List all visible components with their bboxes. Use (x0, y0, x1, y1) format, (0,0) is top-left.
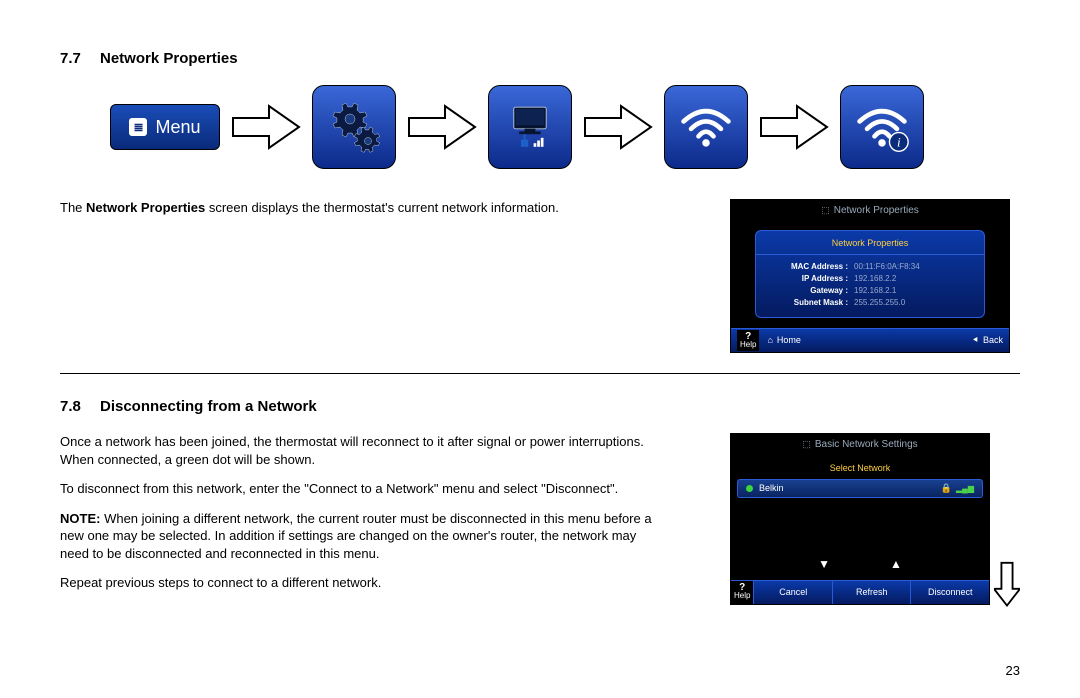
mac-address-row: MAC Address :00:11:F6:0A:F8:34 (756, 261, 984, 273)
screenshot-title: Network Properties (731, 200, 1009, 222)
screenshot-footer: ? Help ⌂ Home ⯇ Back (731, 328, 1009, 352)
section-divider (60, 373, 1020, 374)
gateway-row: Gateway :192.168.2.1 (756, 285, 984, 297)
scroll-up-icon[interactable]: ▲ (890, 558, 902, 570)
section-title: Network Properties (100, 50, 238, 67)
monitor-network-icon (503, 100, 557, 154)
screenshot-title: Basic Network Settings (731, 434, 989, 456)
pointer-arrow-icon (994, 561, 1020, 607)
flow-arrow-icon (578, 100, 658, 154)
home-icon: ⌂ (767, 336, 772, 345)
body-paragraph: To disconnect from this network, enter t… (60, 480, 660, 498)
network-properties-screenshot: Network Properties Network Properties MA… (730, 199, 1010, 353)
ip-address-row: IP Address :192.168.2.2 (756, 273, 984, 285)
svg-text:i: i (897, 135, 901, 150)
flow-arrow-icon (754, 100, 834, 154)
menu-button-label: Menu (155, 117, 200, 138)
select-network-label: Select Network (737, 460, 983, 477)
network-list-item[interactable]: Belkin 🔒 ▂▄▆ (737, 479, 983, 498)
network-name: Belkin (759, 484, 784, 493)
basic-network-settings-screenshot: Basic Network Settings Select Network Be… (730, 433, 990, 605)
panel-title: Network Properties (756, 235, 984, 255)
cancel-button[interactable]: Cancel (753, 581, 832, 604)
gears-icon (324, 97, 384, 157)
scroll-down-icon[interactable]: ▼ (818, 558, 830, 570)
section-7-8-heading: 7.8 Disconnecting from a Network (60, 398, 1020, 415)
section-title: Disconnecting from a Network (100, 398, 317, 415)
network-status-tile[interactable] (488, 85, 572, 169)
settings-gears-tile[interactable] (312, 85, 396, 169)
body-paragraph: Repeat previous steps to connect to a di… (60, 574, 660, 592)
network-properties-panel: Network Properties MAC Address :00:11:F6… (755, 230, 985, 318)
home-button[interactable]: ⌂ Home (767, 336, 800, 345)
subnet-mask-row: Subnet Mask :255.255.255.0 (756, 297, 984, 309)
back-button[interactable]: ⯇ Back (972, 336, 1003, 345)
wifi-tile[interactable] (664, 85, 748, 169)
section-7-7-heading: 7.7 Network Properties (60, 50, 1020, 67)
wifi-info-tile[interactable]: i (840, 85, 924, 169)
signal-icon: ▂▄▆ (956, 485, 974, 493)
section-number: 7.8 (60, 398, 100, 415)
lock-icon: 🔒 (941, 484, 952, 493)
disconnect-button[interactable]: Disconnect (910, 581, 989, 604)
help-button[interactable]: ? Help (737, 330, 759, 350)
screenshot-footer: ? Help Cancel Refresh Disconnect (731, 580, 989, 604)
navigation-breadcrumb-flow: ≣ Menu (110, 85, 1020, 169)
body-note: NOTE: When joining a different network, … (60, 510, 660, 563)
section-number: 7.7 (60, 50, 100, 67)
help-button[interactable]: ? Help (731, 581, 753, 604)
flow-arrow-icon (226, 100, 306, 154)
wifi-icon (678, 99, 734, 155)
body-paragraph: Once a network has been joined, the ther… (60, 433, 660, 468)
connected-indicator-icon (746, 485, 753, 492)
back-arrow-icon: ⯇ (972, 336, 979, 345)
flow-arrow-icon (402, 100, 482, 154)
menu-button[interactable]: ≣ Menu (110, 104, 220, 150)
section-7-7-description: The Network Properties screen displays t… (60, 199, 660, 217)
wifi-info-icon: i (854, 99, 910, 155)
page-number: 23 (1006, 663, 1020, 678)
refresh-button[interactable]: Refresh (832, 581, 911, 604)
menu-icon: ≣ (129, 118, 147, 136)
